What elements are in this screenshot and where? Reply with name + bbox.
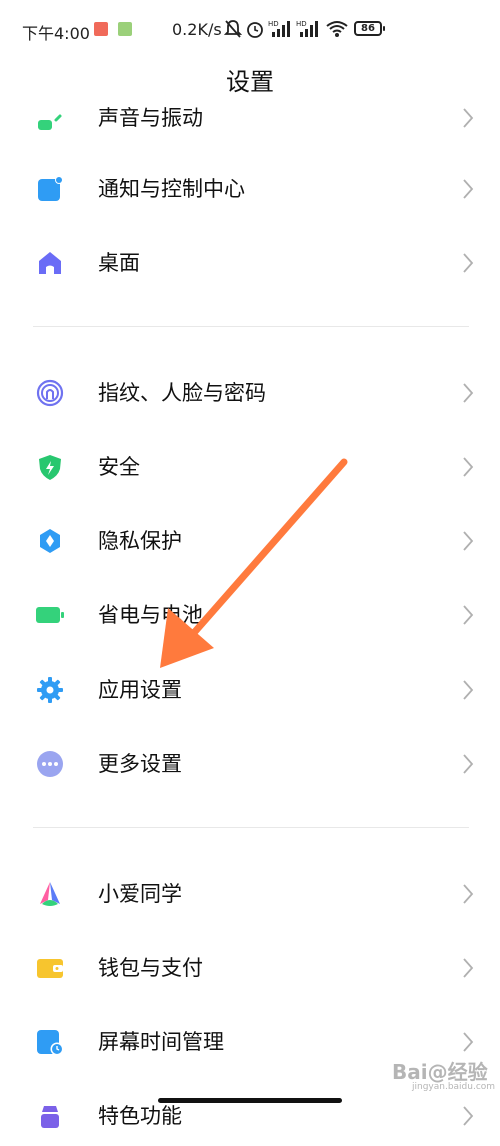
chevron-right-icon (463, 754, 474, 774)
screen-time-icon (37, 1030, 64, 1056)
section-divider (33, 326, 469, 327)
status-time: 下午4:00 (22, 24, 90, 43)
settings-item-desktop[interactable]: 桌面 (0, 233, 500, 293)
settings-item-label: 声音与振动 (98, 106, 203, 130)
sound-icon (38, 114, 62, 130)
settings-item-sound[interactable]: 声音与振动 (0, 88, 500, 148)
settings-item-label: 省电与电池 (98, 603, 203, 627)
settings-item-notification[interactable]: 通知与控制中心 (0, 159, 500, 219)
signal-hd-2-icon: HD (296, 20, 318, 37)
chevron-right-icon (463, 108, 474, 128)
red-notification-icon (94, 22, 108, 36)
settings-item-label: 通知与控制中心 (98, 177, 245, 201)
chevron-right-icon (463, 680, 474, 700)
chevron-right-icon (463, 1032, 474, 1052)
svg-text:HD: HD (268, 20, 279, 28)
home-indicator[interactable] (158, 1098, 342, 1103)
privacy-icon (40, 529, 60, 553)
settings-item-features[interactable]: 特色功能 (0, 1086, 500, 1146)
chevron-right-icon (463, 884, 474, 904)
chevron-right-icon (463, 1106, 474, 1126)
watermark-logo: Bai@经验 (392, 1060, 488, 1084)
settings-item-security[interactable]: 安全 (0, 437, 500, 497)
settings-item-fingerprint[interactable]: 指纹、人脸与密码 (0, 363, 500, 423)
green-notification-icon (118, 22, 132, 36)
section-divider (33, 827, 469, 828)
settings-item-label: 屏幕时间管理 (98, 1030, 224, 1054)
features-icon (41, 1106, 59, 1128)
settings-item-label: 指纹、人脸与密码 (98, 381, 266, 405)
network-speed: 0.2K/s (172, 20, 222, 39)
status-bar: 下午4:00 0.2K/s HD HD 86 (0, 0, 500, 58)
signal-hd-1-icon: HD (268, 20, 290, 37)
chevron-right-icon (463, 457, 474, 477)
chevron-right-icon (463, 958, 474, 978)
settings-item-label: 安全 (98, 455, 140, 479)
settings-item-more[interactable]: 更多设置 (0, 734, 500, 794)
home-icon (39, 252, 61, 274)
chevron-right-icon (463, 605, 474, 625)
notification-icon (38, 176, 63, 201)
battery-saver-icon (36, 607, 64, 623)
svg-text:HD: HD (296, 20, 307, 28)
watermark-url: jingyan.baidu.com (412, 1082, 496, 1092)
settings-item-label: 特色功能 (98, 1104, 182, 1128)
settings-item-label: 桌面 (98, 251, 140, 275)
fingerprint-icon (36, 379, 64, 407)
chevron-right-icon (463, 531, 474, 551)
alarm-icon (247, 22, 263, 38)
wifi-icon (326, 21, 348, 37)
chevron-right-icon (463, 253, 474, 273)
settings-item-battery[interactable]: 省电与电池 (0, 585, 500, 645)
mute-bell-icon (224, 20, 242, 38)
settings-item-app-settings[interactable]: 应用设置 (0, 660, 500, 720)
more-icon (37, 751, 63, 777)
xiaoai-icon (40, 882, 60, 906)
settings-item-label: 小爱同学 (98, 882, 182, 906)
gear-icon (37, 677, 63, 703)
battery-icon: 86 (354, 21, 385, 36)
wallet-icon (37, 959, 63, 978)
chevron-right-icon (463, 179, 474, 199)
chevron-right-icon (463, 383, 474, 403)
settings-item-xiaoai[interactable]: 小爱同学 (0, 864, 500, 924)
settings-item-wallet[interactable]: 钱包与支付 (0, 938, 500, 998)
settings-item-label: 更多设置 (98, 752, 182, 776)
settings-item-label: 钱包与支付 (98, 956, 203, 980)
settings-item-label: 应用设置 (98, 678, 182, 702)
settings-item-label: 隐私保护 (98, 529, 182, 553)
settings-item-privacy[interactable]: 隐私保护 (0, 511, 500, 571)
shield-icon (39, 455, 61, 480)
